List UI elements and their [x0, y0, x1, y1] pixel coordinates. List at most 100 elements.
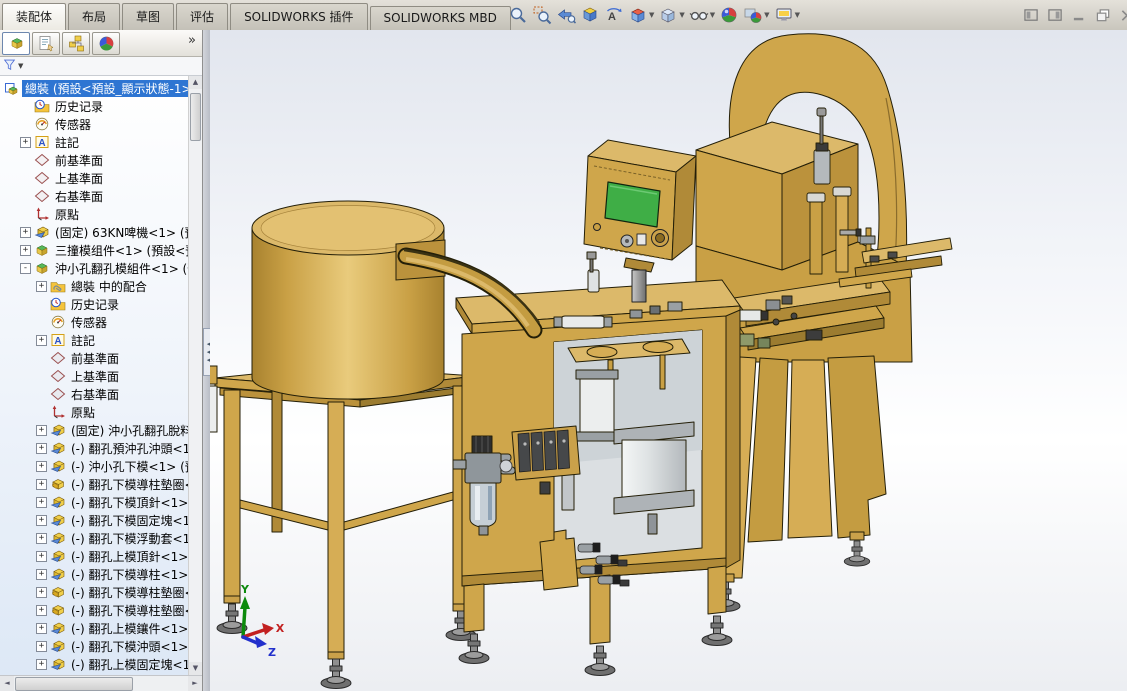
displaymanager-tab[interactable] [92, 32, 120, 55]
vertical-scroll-thumb[interactable] [190, 93, 201, 141]
horizontal-scroll-thumb[interactable] [15, 677, 133, 691]
scroll-left-button[interactable]: ◄ [0, 676, 14, 691]
leveling-foot[interactable] [844, 541, 870, 566]
tree-item[interactable]: 原點 [0, 403, 189, 421]
tree-item[interactable]: +(-) 翻孔下模浮動套<1> [0, 529, 189, 547]
command-tab[interactable]: 装配体 [2, 3, 66, 30]
tree-item[interactable]: +(-) 翻孔上模固定塊<1> [0, 655, 189, 673]
tree-expander[interactable]: - [20, 263, 31, 274]
zoom-fit-button[interactable] [506, 4, 530, 26]
tree-item[interactable]: 历史记录 [0, 97, 189, 115]
leveling-foot[interactable] [321, 659, 351, 689]
panel-button[interactable] [594, 224, 601, 231]
tree-expander[interactable]: + [36, 569, 47, 580]
tree-item[interactable]: 传感器 [0, 115, 189, 133]
hide-show-items-button[interactable]: ▼ [687, 4, 717, 26]
tree-expander[interactable]: + [36, 533, 47, 544]
panel-switch[interactable] [637, 234, 646, 245]
display-style-button[interactable]: ▼ [656, 4, 686, 26]
filter-icon[interactable] [3, 58, 16, 74]
tree-item[interactable]: +(固定) 63KN啤機<1> (預設 [0, 223, 189, 241]
tree-item[interactable]: 右基準面 [0, 187, 189, 205]
edit-appearance-button[interactable] [717, 4, 741, 26]
tree-item[interactable]: +(-) 沖小孔下模<1> (預設 [0, 457, 189, 475]
tree-expander[interactable]: + [36, 479, 47, 490]
minimize-button[interactable] [1072, 8, 1087, 23]
tree-expander[interactable]: + [36, 659, 47, 670]
command-tab[interactable]: 草图 [122, 3, 174, 30]
tree-expander[interactable]: + [36, 281, 47, 292]
tree-expander[interactable]: + [36, 461, 47, 472]
tree-item[interactable]: 上基準面 [0, 367, 189, 385]
command-tab[interactable]: SOLIDWORKS 插件 [230, 3, 367, 30]
tree-expander[interactable]: + [20, 137, 31, 148]
tree-item[interactable]: +(-) 翻孔下模固定塊<1> [0, 511, 189, 529]
3d-drawing-view-button[interactable]: A [602, 4, 626, 26]
horizontal-scrollbar[interactable]: ◄ ► [0, 675, 202, 691]
graphics-viewport[interactable]: Y X Z [210, 30, 1127, 691]
panel-splitter[interactable]: ◂ ◂ ◂ [203, 30, 210, 691]
tree-item[interactable]: 總裝 (預設<預設_顯示狀態-1> [0, 79, 189, 97]
pane-right-button[interactable] [1048, 8, 1063, 23]
tree-item[interactable]: 右基準面 [0, 385, 189, 403]
command-tab[interactable]: 评估 [176, 3, 228, 30]
tree-item[interactable]: 原點 [0, 205, 189, 223]
apply-scene-button[interactable]: ▼ [741, 4, 771, 26]
tree-expander[interactable]: + [36, 605, 47, 616]
tree-expander[interactable]: + [36, 497, 47, 508]
tree-item[interactable]: +(-) 翻孔下模沖頭<1> (預 [0, 637, 189, 655]
propertymanager-tab[interactable] [32, 32, 60, 55]
dropdown-caret-icon[interactable]: ▼ [649, 11, 654, 19]
zoom-area-button[interactable] [530, 4, 554, 26]
pane-left-button[interactable] [1024, 8, 1039, 23]
tree-item[interactable]: 历史记录 [0, 295, 189, 313]
tree-expander[interactable]: + [36, 551, 47, 562]
tree-item[interactable]: 上基準面 [0, 169, 189, 187]
tree-item[interactable]: +(-) 翻孔下模導柱墊圈<2 [0, 583, 189, 601]
dropdown-caret-icon[interactable]: ▼ [710, 11, 715, 19]
leveling-foot[interactable] [702, 616, 732, 646]
tree-item[interactable]: +總裝 中的配合 [0, 277, 189, 295]
punching-station-frame[interactable] [453, 252, 740, 676]
featuremanager-tree-tab[interactable] [2, 32, 30, 55]
configurationmanager-tab[interactable] [62, 32, 90, 55]
scroll-up-button[interactable]: ▲ [189, 76, 202, 89]
tree-item[interactable]: +A註記 [0, 331, 189, 349]
tree-item[interactable]: 前基準面 [0, 151, 189, 169]
3d-model-view[interactable]: Y X Z [210, 30, 1127, 691]
tree-expander[interactable]: + [20, 245, 31, 256]
tree-item[interactable]: 前基準面 [0, 349, 189, 367]
dropdown-caret-icon[interactable]: ▼ [795, 11, 800, 19]
scroll-down-button[interactable]: ▼ [189, 662, 202, 675]
tree-item[interactable]: +A註記 [0, 133, 189, 151]
tree-item[interactable]: 传感器 [0, 313, 189, 331]
tree-item[interactable]: +(-) 翻孔預沖孔沖頭<1> [0, 439, 189, 457]
close-button[interactable] [1120, 8, 1127, 23]
control-panel[interactable] [584, 140, 696, 302]
panel-overflow-button[interactable]: » [188, 33, 196, 48]
tree-expander[interactable]: + [36, 587, 47, 598]
tree-item[interactable]: +(-) 翻孔下模導柱墊圈<3 [0, 601, 189, 619]
tree-expander[interactable]: + [36, 623, 47, 634]
tree-item[interactable]: -沖小孔翻孔模組件<1> (預設 [0, 259, 189, 277]
tree-item[interactable]: +(-) 翻孔下模頂針<1> (預 [0, 493, 189, 511]
tree-expander[interactable]: + [36, 641, 47, 652]
leveling-foot[interactable] [585, 646, 615, 676]
command-tab[interactable]: 布局 [68, 3, 120, 30]
tree-expander[interactable]: + [36, 443, 47, 454]
filter-dropdown-caret[interactable]: ▼ [18, 62, 23, 70]
view-settings-button[interactable]: ▼ [772, 4, 802, 26]
tree-expander[interactable]: + [20, 227, 31, 238]
section-view-button[interactable] [578, 4, 602, 26]
bowl-feeder-hopper[interactable] [252, 201, 445, 399]
view-orientation-button[interactable]: ▼ [626, 4, 656, 26]
tree-item[interactable]: +三撞模组件<1> (預設<預設 [0, 241, 189, 259]
tree-item[interactable]: +(-) 翻孔下模導柱<1> (預 [0, 565, 189, 583]
tree-item[interactable]: +(固定) 沖小孔翻孔脫料板 [0, 421, 189, 439]
dropdown-caret-icon[interactable]: ▼ [764, 11, 769, 19]
restore-button[interactable] [1096, 8, 1111, 23]
tree-expander[interactable]: + [36, 515, 47, 526]
edge-part-sliver[interactable] [210, 366, 217, 432]
previous-view-button[interactable] [554, 4, 578, 26]
tree-item[interactable]: +(-) 翻孔上模鑲件<1> (預 [0, 619, 189, 637]
